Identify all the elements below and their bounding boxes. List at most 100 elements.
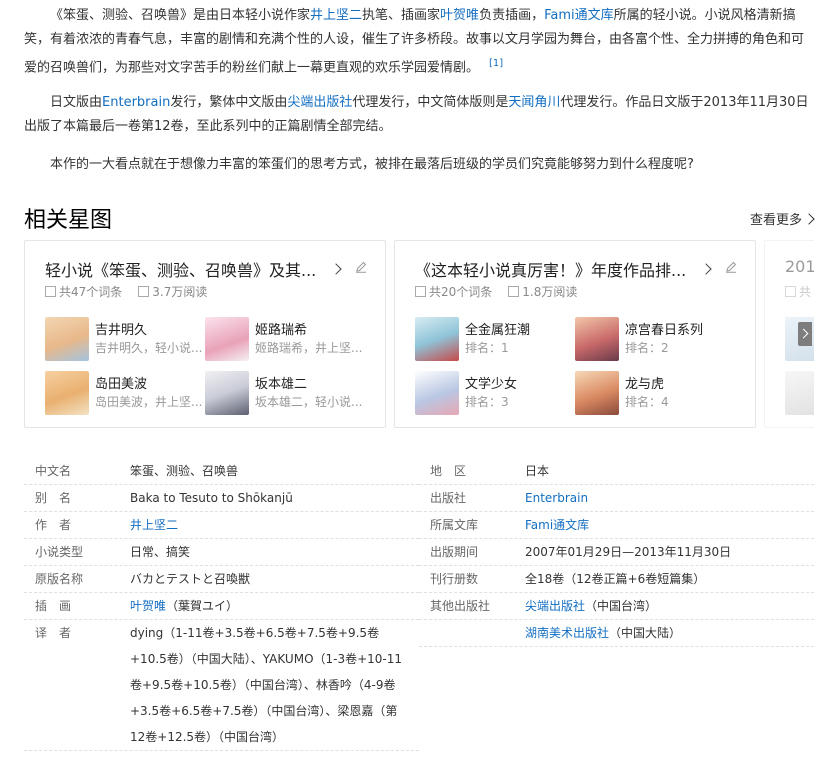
basic-info-right: 地 区 日本 出版社 Enterbrain 所属文库 Fami通文库 出版期间 2007…: [419, 458, 814, 647]
intro-text: 《笨蛋、测验、召唤兽》是由日本轻小说作家: [50, 8, 311, 23]
basic-info-left: 中文名 笨蛋、测验、召唤兽 别 名 Baka to Tesuto to Shōkan…: [24, 458, 419, 751]
info-value: 日常、搞笑: [130, 545, 191, 559]
info-label: 别 名: [35, 491, 72, 505]
publisher-link[interactable]: 湖南美术出版社: [525, 626, 609, 640]
info-label: 其他出版社: [430, 599, 491, 613]
item-name[interactable]: 坂本雄二: [255, 373, 307, 392]
item-subtitle: 姬路瑞希，井上坚...: [255, 341, 363, 355]
item-thumbnail: [205, 317, 249, 361]
entries-count: 共20个词条: [429, 285, 493, 299]
item-subtitle: 坂本雄二，轻小说...: [255, 395, 363, 409]
intro-text: 发行，繁体中文版由: [170, 95, 288, 110]
item-subtitle: 岛田美波，井上坚...: [95, 395, 203, 409]
edit-icon[interactable]: [725, 261, 737, 273]
publisher-tw-link[interactable]: 尖端出版社: [287, 95, 352, 110]
item-name[interactable]: 吉井明久: [95, 319, 147, 338]
card-item[interactable]: 吉井明久 吉井明久，轻小说...: [45, 317, 205, 361]
info-value: 笨蛋、测验、召唤兽: [130, 464, 239, 478]
info-value: 2007年01月29日—2013年11月30日: [525, 545, 732, 559]
item-subtitle: 排名：3: [465, 395, 509, 409]
intro-text: 日文版由: [50, 95, 103, 110]
item-thumbnail: [575, 317, 619, 361]
item-name[interactable]: 文学少女: [465, 373, 517, 392]
author-link[interactable]: 井上坚二: [130, 518, 178, 532]
card-item[interactable]: 文学少女 排名：3: [415, 371, 575, 415]
item-subtitle: 排名：1: [465, 341, 509, 355]
card-item[interactable]: 龙与虎 排名：4: [575, 371, 735, 415]
info-value: （中国大陆）: [609, 626, 682, 640]
info-label: 译 者: [35, 626, 72, 640]
reference-marker[interactable]: [1]: [489, 58, 503, 69]
info-row: 中文名 笨蛋、测验、召唤兽: [24, 458, 419, 485]
see-more-link[interactable]: 查看更多: [750, 209, 815, 228]
card-title[interactable]: 轻小说《笨蛋、测验、召唤兽》及其...: [45, 257, 319, 281]
info-value: （葉賀ユイ）: [166, 599, 239, 613]
starmap-card[interactable]: 轻小说《笨蛋、测验、召唤兽》及其... 共47个词条 3.7万阅读 吉井明久 吉井…: [24, 240, 386, 428]
info-value: Baka to Tesuto to Shōkanjū: [130, 491, 293, 505]
entries-icon: [415, 286, 426, 297]
card-item[interactable]: 凉宫春日系列 排名：2: [575, 317, 735, 361]
info-value: （中国台湾）: [585, 599, 658, 613]
info-label: 出版社: [430, 491, 467, 505]
info-label: 出版期间: [430, 545, 479, 559]
info-label: 原版名称: [35, 572, 84, 586]
card-item[interactable]: 岛田美波 岛田美波，井上坚...: [45, 371, 205, 415]
info-row: 所属文库 Fami通文库: [419, 512, 814, 539]
chevron-right-icon[interactable]: [330, 262, 342, 275]
info-row: 作 者 井上坚二: [24, 512, 419, 539]
carousel-next-button[interactable]: [798, 322, 812, 346]
info-label: 作 者: [35, 518, 72, 532]
info-row: 原版名称 バカとテストと召喚獣: [24, 566, 419, 593]
item-name[interactable]: 岛田美波: [95, 373, 147, 392]
info-label: 插 画: [35, 599, 72, 613]
item-thumbnail: [45, 371, 89, 415]
illustrator-link[interactable]: 叶贺唯: [440, 8, 479, 23]
author-link[interactable]: 井上坚二: [310, 8, 362, 23]
card-title[interactable]: 《这本轻小说真厉害！》年度作品排...: [415, 257, 689, 281]
related-section-title: 相关星图: [24, 208, 113, 233]
intro-text: 本作的一大看点就在于想像力丰富的笨蛋们的思考方式，被排在最落后班级的学员们究竟能…: [50, 157, 694, 172]
entries-count: 共47个词条: [59, 285, 123, 299]
library-link[interactable]: Fami通文库: [544, 8, 614, 23]
item-name[interactable]: 全金属狂潮: [465, 319, 530, 338]
item-subtitle: 排名：4: [625, 395, 669, 409]
item-name[interactable]: 姬路瑞希: [255, 319, 307, 338]
library-link[interactable]: Fami通文库: [525, 518, 589, 532]
item-thumbnail: [415, 317, 459, 361]
item-thumbnail: [205, 371, 249, 415]
info-value: バカとテストと召喚獣: [130, 572, 251, 586]
chevron-right-icon: [803, 213, 815, 225]
starmap-card[interactable]: 《这本轻小说真厉害！》年度作品排... 共20个词条 1.8万阅读 全金属狂潮 排…: [394, 240, 756, 428]
edit-icon[interactable]: [355, 261, 367, 273]
item-name[interactable]: 龙与虎: [625, 373, 664, 392]
card-item[interactable]: 坂本雄二 坂本雄二，轻小说...: [205, 371, 365, 415]
intro-paragraph-1: 《笨蛋、测验、召唤兽》是由日本轻小说作家井上坚二执笔、插画家叶贺唯负责插画，Fa…: [24, 4, 814, 80]
intro-paragraph-2: 日文版由Enterbrain发行，繁体中文版由尖端出版社代理发行，中文简体版则是…: [24, 91, 814, 139]
card-item[interactable]: 姬路瑞希 姬路瑞希，井上坚...: [205, 317, 365, 361]
publisher-jp-link[interactable]: Enterbrain: [102, 95, 170, 110]
info-label: 小说类型: [35, 545, 84, 559]
entries-count: 共: [799, 285, 812, 299]
views-icon: [138, 286, 150, 297]
item-thumbnail: [415, 371, 459, 415]
info-row: 湖南美术出版社（中国大陆）: [419, 620, 814, 647]
info-row: 出版期间 2007年01月29日—2013年11月30日: [419, 539, 814, 566]
card-item[interactable]: 全金属狂潮 排名：1: [415, 317, 575, 361]
publisher-link[interactable]: Enterbrain: [525, 491, 588, 505]
item-thumbnail: [575, 371, 619, 415]
info-row: 地 区 日本: [419, 458, 814, 485]
item-subtitle: 吉井明久，轻小说...: [95, 341, 203, 355]
intro-text: 执笔、插画家: [362, 8, 441, 23]
chevron-right-icon[interactable]: [700, 262, 712, 275]
info-value: 日本: [525, 464, 550, 478]
info-value: 全18卷（12卷正篇+6卷短篇集）: [525, 572, 706, 586]
publisher-cn-link[interactable]: 天闻角川: [508, 95, 560, 110]
intro-text: 代理发行，中文简体版则是: [352, 95, 509, 110]
intro-paragraph-3: 本作的一大看点就在于想像力丰富的笨蛋们的思考方式，被排在最落后班级的学员们究竟能…: [24, 153, 814, 177]
illustrator-link[interactable]: 叶贺唯: [130, 599, 166, 613]
item-name[interactable]: 凉宫春日系列: [625, 319, 703, 338]
entries-icon: [45, 286, 56, 297]
card-title[interactable]: 201: [785, 257, 814, 276]
publisher-link[interactable]: 尖端出版社: [525, 599, 585, 613]
card-meta: 共47个词条 3.7万阅读: [45, 283, 207, 300]
